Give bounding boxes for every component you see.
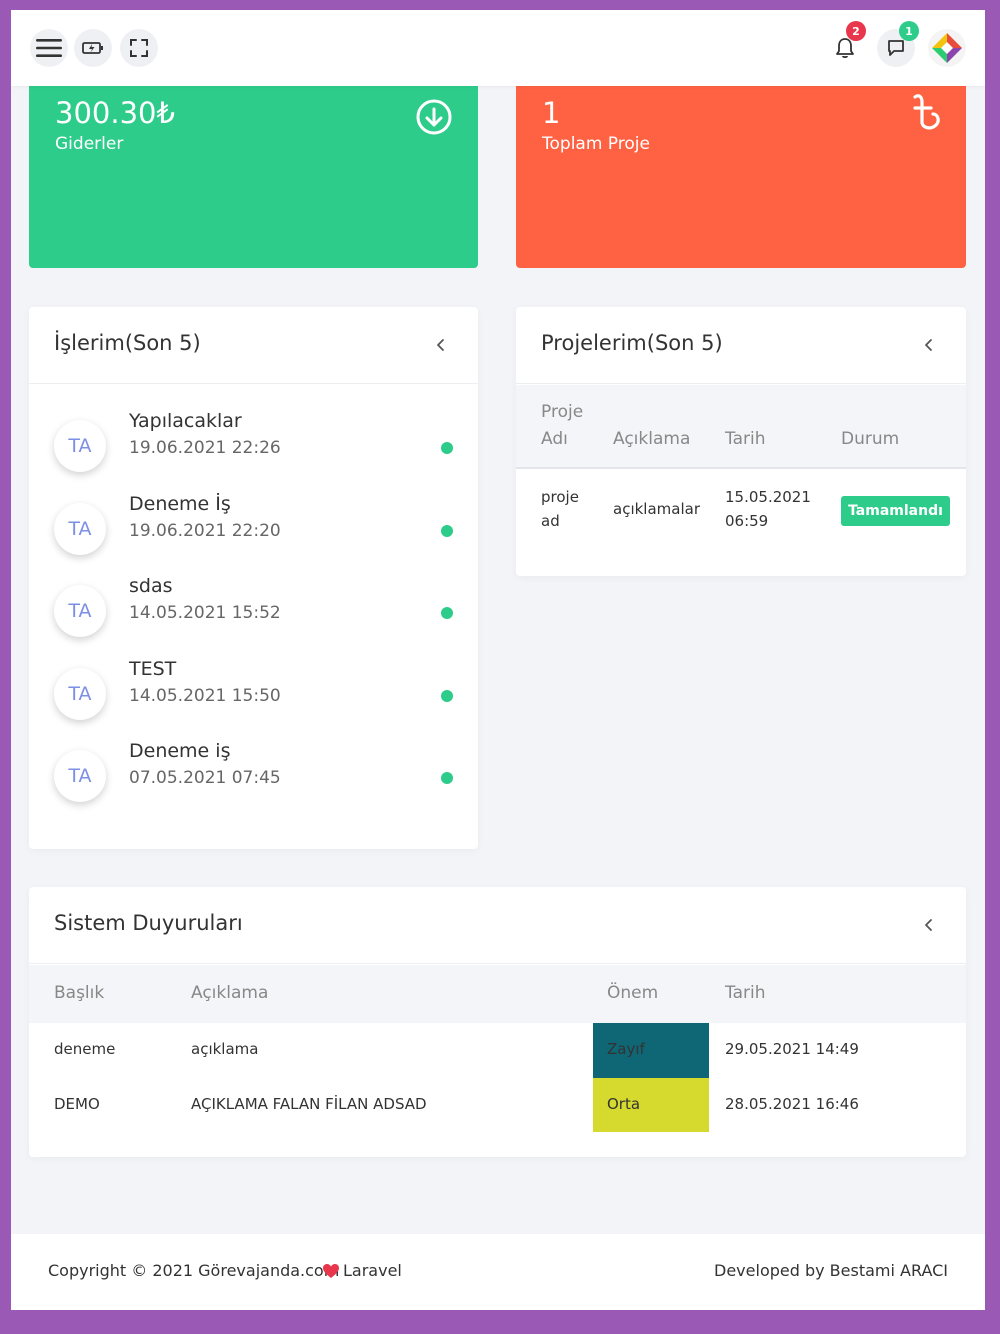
job-name: Yapılacaklar <box>129 410 242 432</box>
footer: Copyright © 2021 Görevajanda.com Laravel… <box>11 1234 985 1310</box>
job-date: 07.05.2021 07:45 <box>129 768 281 788</box>
job-name: sdas <box>129 575 173 597</box>
importance-label: Zayıf <box>607 1040 645 1058</box>
app-frame: 2 1 300.30₺ Giderler 1 Toplam Proje İşle… <box>11 10 985 1310</box>
battery-charging-icon <box>82 42 103 54</box>
projects-card-header: Projelerim(Son 5) <box>516 307 966 384</box>
column-header: Açıklama <box>613 429 691 449</box>
announcement-title: deneme <box>54 1040 116 1058</box>
announcement-desc: açıklama <box>191 1040 259 1058</box>
announcement-desc: AÇIKLAMA FALAN FİLAN ADSAD <box>191 1095 427 1113</box>
column-header: Durum <box>841 429 900 449</box>
expenses-stat-card: 300.30₺ Giderler <box>29 70 478 268</box>
announcements-card-title: Sistem Duyuruları <box>54 911 243 935</box>
job-date: 14.05.2021 15:52 <box>129 603 281 623</box>
status-dot <box>441 690 453 702</box>
importance-label: Orta <box>607 1095 641 1113</box>
projects-card: Projelerim(Son 5) Proje Adı Açıklama Tar… <box>516 307 966 576</box>
status-dot <box>441 607 453 619</box>
chevron-left-icon[interactable] <box>924 917 934 933</box>
fullscreen-button[interactable] <box>120 29 158 67</box>
list-item[interactable]: TA TEST 14.05.2021 15:50 <box>29 658 478 740</box>
list-item[interactable]: TA Deneme İş 19.06.2021 22:20 <box>29 493 478 575</box>
notifications-button[interactable]: 2 <box>826 21 866 67</box>
announcement-date: 28.05.2021 16:46 <box>725 1095 859 1113</box>
job-name: Deneme iş <box>129 740 231 762</box>
notifications-badge: 2 <box>846 21 866 41</box>
status-dot <box>441 525 453 537</box>
avatar: TA <box>54 750 106 802</box>
announcements-card: Sistem Duyuruları Başlık Açıklama Önem T… <box>29 887 966 1157</box>
jobs-card: İşlerim(Son 5) TA Yapılacaklar 19.06.202… <box>29 307 478 849</box>
top-navbar: 2 1 <box>11 10 985 86</box>
fullscreen-icon <box>130 39 148 57</box>
project-desc: açıklamalar <box>613 500 700 518</box>
avatar: TA <box>54 420 106 472</box>
messages-badge: 1 <box>899 21 919 41</box>
list-item[interactable]: TA Yapılacaklar 19.06.2021 22:26 <box>29 410 478 492</box>
framework-text: Laravel <box>343 1261 402 1280</box>
user-avatar[interactable] <box>928 29 966 67</box>
column-header: Önem <box>607 983 659 1003</box>
column-header: Tarih <box>725 429 766 449</box>
menu-toggle-button[interactable] <box>30 29 68 67</box>
chevron-left-icon[interactable] <box>436 337 446 353</box>
chevron-left-icon[interactable] <box>924 337 934 353</box>
job-name: Deneme İş <box>129 493 231 515</box>
list-item[interactable]: TA Deneme iş 07.05.2021 07:45 <box>29 740 478 822</box>
column-header: Başlık <box>54 983 105 1003</box>
project-name: proje ad <box>541 488 579 530</box>
taka-icon <box>913 94 940 130</box>
importance-cell: Zayıf <box>593 1023 709 1078</box>
column-header: Proje Adı <box>541 402 584 449</box>
job-date: 14.05.2021 15:50 <box>129 686 281 706</box>
jobs-card-title: İşlerim(Son 5) <box>54 331 201 355</box>
expenses-value: 300.30₺ <box>55 96 175 130</box>
chat-icon <box>888 40 904 56</box>
projects-label: Toplam Proje <box>542 134 650 154</box>
status-badge: Tamamlandı <box>841 496 950 526</box>
avatar: TA <box>54 668 106 720</box>
projects-stat-card: 1 Toplam Proje <box>516 70 966 268</box>
avatar: TA <box>54 503 106 555</box>
column-header: Tarih <box>725 983 766 1003</box>
project-date: 15.05.2021 06:59 <box>725 488 811 530</box>
announcements-card-header: Sistem Duyuruları <box>29 887 966 964</box>
battery-button[interactable] <box>74 29 112 67</box>
developer-text: Developed by Bestami ARACI <box>714 1261 948 1280</box>
status-dot <box>441 772 453 784</box>
importance-cell: Orta <box>593 1078 709 1132</box>
jobs-card-header: İşlerim(Son 5) <box>29 307 478 384</box>
job-date: 19.06.2021 22:20 <box>129 521 281 541</box>
job-date: 19.06.2021 22:26 <box>129 438 281 458</box>
logo-icon <box>928 29 966 67</box>
expenses-label: Giderler <box>55 134 124 154</box>
announcement-date: 29.05.2021 14:49 <box>725 1040 859 1058</box>
arrow-down-circle-icon <box>416 99 452 135</box>
list-item[interactable]: TA sdas 14.05.2021 15:52 <box>29 575 478 657</box>
table-header <box>29 965 966 1023</box>
job-name: TEST <box>129 658 177 680</box>
hamburger-icon <box>36 39 62 57</box>
column-header: Açıklama <box>191 983 269 1003</box>
heart-icon <box>323 1264 339 1278</box>
projects-card-title: Projelerim(Son 5) <box>541 331 723 355</box>
avatar: TA <box>54 585 106 637</box>
messages-button[interactable]: 1 <box>877 21 919 67</box>
announcement-title: DEMO <box>54 1095 100 1113</box>
status-dot <box>441 442 453 454</box>
copyright-text: Copyright © 2021 Görevajanda.com <box>48 1261 340 1280</box>
projects-value: 1 <box>542 96 561 130</box>
